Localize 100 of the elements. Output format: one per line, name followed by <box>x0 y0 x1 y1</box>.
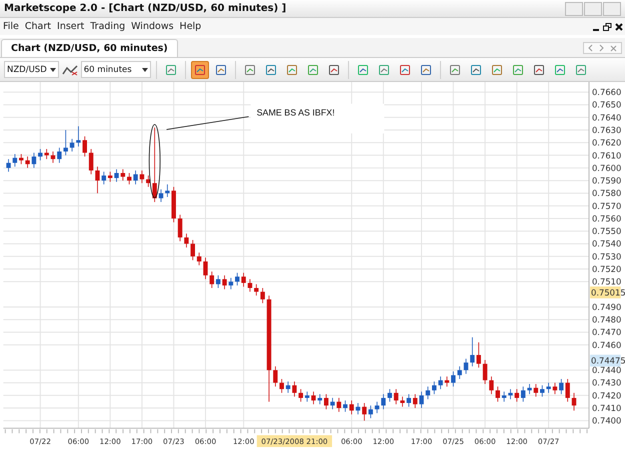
chevron-right-icon[interactable] <box>599 44 604 52</box>
candle <box>540 384 544 398</box>
candle <box>114 168 119 182</box>
candle <box>482 360 488 384</box>
candle <box>546 382 551 394</box>
candle <box>222 274 227 290</box>
chart-icon[interactable] <box>62 64 78 76</box>
candle <box>489 376 494 395</box>
candle <box>248 278 252 292</box>
candle <box>552 382 558 395</box>
candle <box>419 391 424 408</box>
menu-item[interactable]: Windows <box>130 21 179 32</box>
caret-icon <box>142 68 148 72</box>
candle <box>140 170 144 184</box>
candle <box>6 158 11 172</box>
candle <box>50 151 56 164</box>
candle <box>400 396 405 408</box>
price-label: 0.7550 <box>592 226 622 236</box>
candle <box>32 152 36 168</box>
candle <box>25 156 30 168</box>
candle <box>394 388 398 405</box>
price-label: 0.7560 <box>592 213 622 224</box>
candle <box>235 272 240 286</box>
candle <box>82 136 87 157</box>
candle <box>381 394 386 410</box>
period-dropdown[interactable]: 60 minutes <box>80 61 151 78</box>
price-label: 0.7420 <box>592 390 622 400</box>
candle <box>534 384 538 398</box>
menu-item[interactable]: Trading <box>89 21 130 32</box>
candle <box>292 381 297 398</box>
candle <box>336 398 342 412</box>
price-label: 0.7600 <box>592 162 622 173</box>
candle <box>343 400 348 412</box>
candle <box>502 391 506 402</box>
candle <box>444 376 450 387</box>
candle <box>273 366 278 387</box>
price-label: 0.7620 <box>592 138 622 148</box>
annotation-label: SAME BS AS IBFX! <box>250 104 384 134</box>
candle <box>330 398 335 410</box>
price-label: 0.7660 <box>592 87 622 98</box>
candle <box>508 388 513 400</box>
candle <box>120 168 126 181</box>
candle <box>241 272 246 288</box>
price-label: 0.7480 <box>592 314 622 325</box>
candle <box>88 148 94 175</box>
price-label: 0.7640 <box>592 112 622 122</box>
candle <box>228 277 234 290</box>
window-title: Marketscope 2.0 - [Chart (NZD/USD, 60 minutes) ] <box>4 3 286 14</box>
candle <box>426 386 430 400</box>
price-label: 0.7630 <box>592 125 622 135</box>
symbol-dropdown[interactable]: NZD/USD <box>4 61 59 78</box>
candle <box>19 154 24 165</box>
caret-icon <box>50 68 56 72</box>
chart-tab[interactable]: Chart (NZD/USD, 60 minutes) <box>1 39 178 57</box>
price-label: 0.7650 <box>592 100 622 110</box>
candle <box>158 189 164 202</box>
candle <box>203 257 208 280</box>
candle <box>70 138 74 152</box>
price-label: 0.7490 <box>592 302 622 312</box>
candle <box>356 402 360 415</box>
price-label: 0.7440 <box>592 365 622 376</box>
candle <box>133 170 138 185</box>
candle <box>527 384 532 395</box>
toolbar-button[interactable] <box>190 60 209 78</box>
candle <box>12 154 18 168</box>
candle <box>572 392 576 411</box>
candle <box>311 391 316 405</box>
candle <box>464 358 468 374</box>
close-icon[interactable] <box>615 22 623 30</box>
price-label: 0.7520 <box>592 264 622 274</box>
price-label: 0.7400 <box>592 416 622 426</box>
price-label: 0.7590 <box>592 176 622 186</box>
candle <box>196 252 202 266</box>
price-label: 0.7430 <box>592 378 622 388</box>
candle <box>280 378 284 394</box>
price-label: 0.7580 <box>592 188 622 198</box>
chevron-left-icon[interactable] <box>588 44 593 52</box>
candle <box>388 388 392 402</box>
candle <box>438 376 443 390</box>
restore-icon[interactable] <box>603 22 612 30</box>
candle <box>165 184 170 198</box>
price-label: 0.7610 <box>592 150 622 160</box>
candle <box>184 233 189 248</box>
menu-item[interactable]: Chart <box>24 21 56 32</box>
candle <box>349 400 354 415</box>
candle <box>286 381 290 394</box>
menu-item[interactable]: Insert <box>56 21 90 32</box>
price-label: 0.7530 <box>592 251 622 262</box>
price-label: 0.7570 <box>592 200 622 211</box>
candle <box>76 126 81 147</box>
price-label: 0.7470 <box>592 327 622 338</box>
menu-item[interactable]: File <box>2 21 24 32</box>
price-label: 0.7460 <box>592 340 622 350</box>
candle <box>178 214 182 242</box>
price-label: 0.7540 <box>592 238 622 249</box>
candle <box>172 186 176 223</box>
candle <box>374 401 380 414</box>
menu-item[interactable]: Help <box>178 21 206 32</box>
candle <box>190 240 195 261</box>
candle <box>127 172 132 185</box>
